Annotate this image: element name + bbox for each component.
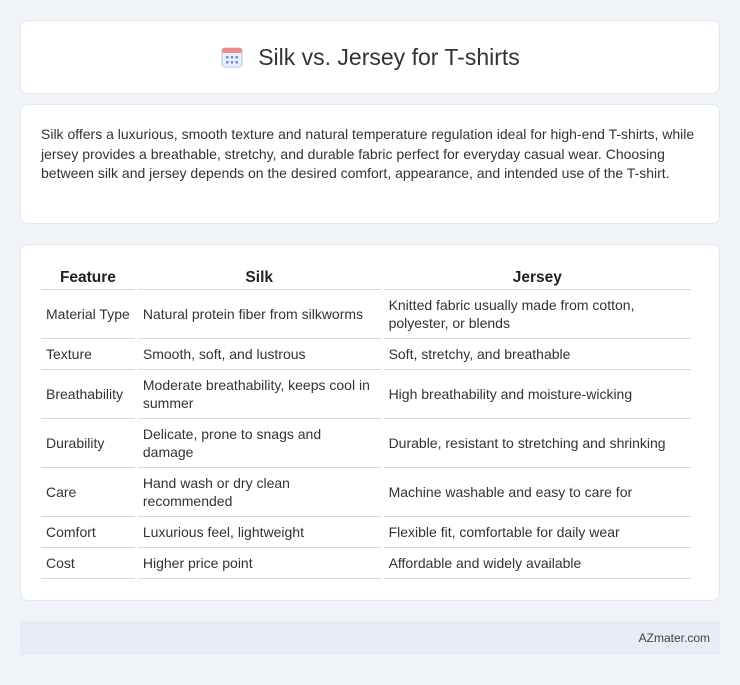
header-jersey: Jersey bbox=[383, 265, 691, 290]
silk-cell: Smooth, soft, and lustrous bbox=[137, 339, 381, 370]
silk-cell: Moderate breathability, keeps cool in su… bbox=[137, 370, 381, 419]
intro-card: Silk offers a luxurious, smooth texture … bbox=[20, 104, 720, 224]
header-feature: Feature bbox=[41, 265, 135, 290]
feature-cell: Comfort bbox=[41, 517, 135, 548]
table-row: Breathability Moderate breathability, ke… bbox=[41, 370, 691, 419]
jersey-cell: Flexible fit, comfortable for daily wear bbox=[383, 517, 691, 548]
jersey-cell: High breathability and moisture-wicking bbox=[383, 370, 691, 419]
feature-cell: Breathability bbox=[41, 370, 135, 419]
table-row: Material Type Natural protein fiber from… bbox=[41, 290, 691, 339]
jersey-cell: Affordable and widely available bbox=[383, 548, 691, 579]
table-header-row: Feature Silk Jersey bbox=[41, 265, 691, 290]
footer: AZmater.com bbox=[20, 621, 720, 655]
intro-paragraph: Silk offers a luxurious, smooth texture … bbox=[41, 126, 695, 181]
header-silk: Silk bbox=[137, 265, 381, 290]
feature-cell: Care bbox=[41, 468, 135, 517]
jersey-cell: Knitted fabric usually made from cotton,… bbox=[383, 290, 691, 339]
title-wrap: Silk vs. Jersey for T-shirts bbox=[220, 44, 520, 71]
calendar-icon bbox=[220, 45, 244, 69]
table-row: Care Hand wash or dry clean recommended … bbox=[41, 468, 691, 517]
silk-cell: Delicate, prone to snags and damage bbox=[137, 419, 381, 468]
feature-cell: Cost bbox=[41, 548, 135, 579]
title-card: Silk vs. Jersey for T-shirts bbox=[20, 20, 720, 94]
silk-cell: Hand wash or dry clean recommended bbox=[137, 468, 381, 517]
feature-cell: Material Type bbox=[41, 290, 135, 339]
table-row: Cost Higher price point Affordable and w… bbox=[41, 548, 691, 579]
footer-site-link[interactable]: AZmater.com bbox=[639, 631, 710, 645]
table-row: Comfort Luxurious feel, lightweight Flex… bbox=[41, 517, 691, 548]
jersey-cell: Soft, stretchy, and breathable bbox=[383, 339, 691, 370]
page-title: Silk vs. Jersey for T-shirts bbox=[258, 43, 520, 70]
feature-cell: Texture bbox=[41, 339, 135, 370]
table-row: Durability Delicate, prone to snags and … bbox=[41, 419, 691, 468]
silk-cell: Natural protein fiber from silkworms bbox=[137, 290, 381, 339]
silk-cell: Luxurious feel, lightweight bbox=[137, 517, 381, 548]
jersey-cell: Machine washable and easy to care for bbox=[383, 468, 691, 517]
jersey-cell: Durable, resistant to stretching and shr… bbox=[383, 419, 691, 468]
table-row: Texture Smooth, soft, and lustrous Soft,… bbox=[41, 339, 691, 370]
silk-cell: Higher price point bbox=[137, 548, 381, 579]
comparison-table: Feature Silk Jersey Material Type Natura… bbox=[38, 265, 694, 579]
comparison-card: Feature Silk Jersey Material Type Natura… bbox=[20, 244, 720, 601]
feature-cell: Durability bbox=[41, 419, 135, 468]
